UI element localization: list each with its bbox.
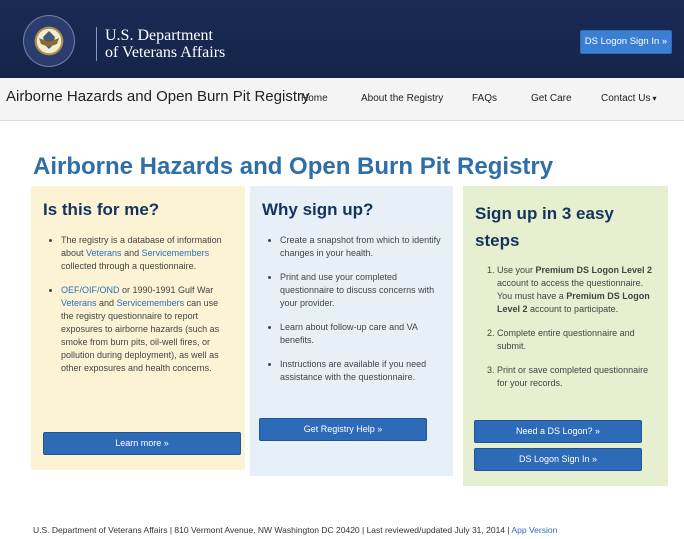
servicemembers-link[interactable]: Servicemembers [142,248,210,258]
caret-down-icon: ▾ [652,94,657,103]
department-name-line1: U.S. Department [105,27,213,44]
list-item: Print and use your completed questionnai… [280,271,441,310]
sign-up-steps-panel: Sign up in 3 easy steps Use your Premium… [463,186,668,486]
why-sign-up-list: Create a snapshot from which to identify… [262,234,441,384]
list-item: Print or save completed questionnaire fo… [497,364,656,390]
department-name-line2: of Veterans Affairs [105,44,226,61]
is-this-for-me-list: The registry is a database of informatio… [43,234,233,375]
bullet-text: and [121,248,142,258]
servicemembers-link[interactable]: Servicemembers [117,298,185,308]
list-item: OEF/OIF/OND or 1990-1991 Gulf War Vetera… [61,284,233,375]
list-item: The registry is a database of informatio… [61,234,233,273]
oef-oif-ond-link[interactable]: OEF/OIF/OND [61,285,120,295]
why-sign-up-panel: Why sign up? Create a snapshot from whic… [250,186,453,476]
sign-up-steps-list: Use your Premium DS Logon Level 2 accoun… [475,264,656,390]
header-ds-logon-signin-button[interactable]: DS Logon Sign In » [580,30,672,54]
bullet-text: or 1990-1991 Gulf War [119,285,214,295]
get-registry-help-button[interactable]: Get Registry Help » [259,418,427,441]
bullet-text: and [96,298,117,308]
need-ds-logon-button[interactable]: Need a DS Logon? » [474,420,642,443]
step-text: account to participate. [527,304,619,314]
footer-text: U.S. Department of Veterans Affairs | 81… [33,525,512,535]
nav-item-contact-us[interactable]: Contact Us ▾ [601,93,656,104]
nav-item-faqs[interactable]: FAQs [472,93,497,104]
page-title: Airborne Hazards and Open Burn Pit Regis… [33,153,554,180]
nav-item-contact-us-label: Contact Us [601,93,651,104]
why-sign-up-heading: Why sign up? [262,200,374,219]
learn-more-button[interactable]: Learn more » [43,432,241,455]
list-item: Create a snapshot from which to identify… [280,234,441,260]
step-text: Use your [497,265,536,275]
sign-up-steps-heading: Sign up in 3 easy steps [475,204,614,250]
veterans-link[interactable]: Veterans [61,298,97,308]
list-item: Instructions are available if you need a… [280,358,441,384]
page-footer: U.S. Department of Veterans Affairs | 81… [33,525,557,535]
veterans-link[interactable]: Veterans [86,248,122,258]
bullet-text: collected through a questionnaire. [61,261,197,271]
va-seal-logo[interactable] [24,16,74,66]
bullet-text: can use the registry questionnaire to re… [61,298,220,373]
nav-item-get-care[interactable]: Get Care [531,93,572,104]
main-navbar: Airborne Hazards and Open Burn Pit Regis… [0,78,684,121]
nav-item-about-registry[interactable]: About the Registry [361,93,443,104]
ds-logon-signin-button[interactable]: DS Logon Sign In » [474,448,642,471]
list-item: Learn about follow-up care and VA benefi… [280,321,441,347]
top-header: U.S. Department of Veterans Affairs DS L… [0,0,684,78]
nav-item-home[interactable]: Home [301,93,328,104]
is-this-for-me-panel: Is this for me? The registry is a databa… [31,186,245,470]
list-item: Complete entire questionnaire and submit… [497,327,656,353]
is-this-for-me-heading: Is this for me? [43,200,160,219]
site-title-link[interactable]: Airborne Hazards and Open Burn Pit Regis… [6,88,309,105]
list-item: Use your Premium DS Logon Level 2 accoun… [497,264,656,316]
department-name[interactable]: U.S. Department of Veterans Affairs [96,27,225,61]
app-version-link[interactable]: App Version [512,525,558,535]
step-text-bold: Premium DS Logon Level 2 [535,265,653,275]
